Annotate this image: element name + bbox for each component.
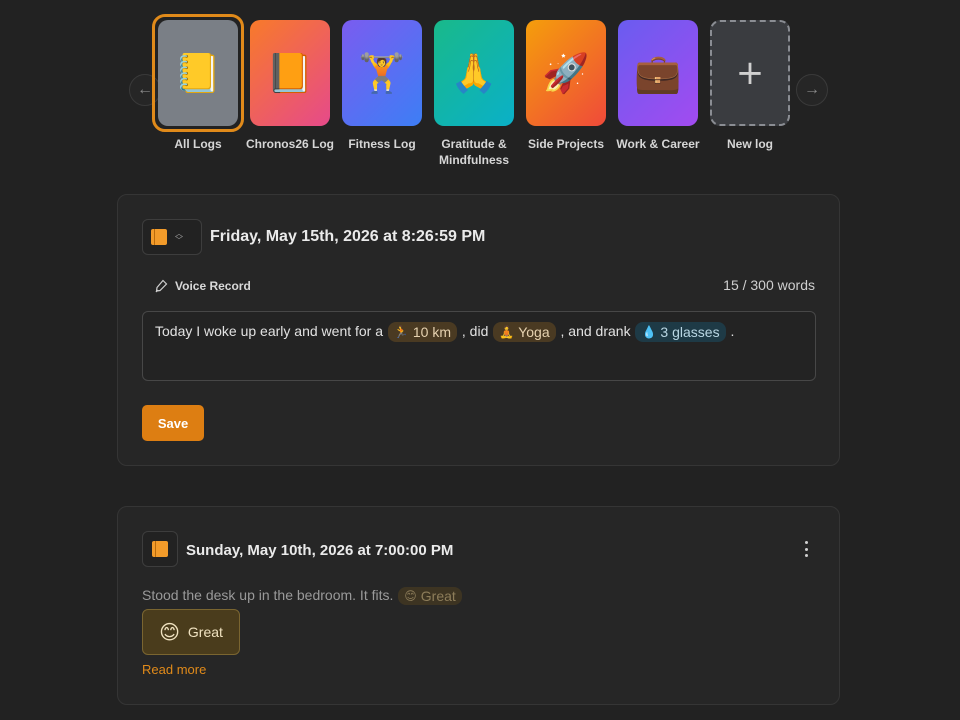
more-options-button[interactable] <box>799 541 813 557</box>
distance-chip[interactable]: 🏃 10 km <box>387 322 457 342</box>
smile-icon: 😊 <box>159 620 180 644</box>
arrow-right-icon: → <box>804 81 820 98</box>
weightlifter-icon: 🏋 <box>342 20 422 126</box>
rocket-icon: 🚀 <box>526 20 606 126</box>
entry-datetime: Friday, May 15th, 2026 at 8:26:59 PM <box>210 228 486 245</box>
book-icon <box>152 541 168 557</box>
entry-text-input[interactable]: Today I woke up early and went for a 🏃 10… <box>142 311 816 381</box>
log-item-fitness[interactable]: 🏋 Fitness Log <box>336 14 428 168</box>
entry-card: Sunday, May 10th, 2026 at 7:00:00 PM Sto… <box>117 506 840 705</box>
log-item-side-projects[interactable]: 🚀 Side Projects <box>520 14 612 168</box>
voice-record-button[interactable]: Voice Record <box>154 279 251 293</box>
log-badge <box>142 531 178 567</box>
log-label: All Logs <box>174 137 222 151</box>
carousel-next-button[interactable]: → <box>796 74 828 106</box>
yoga-icon: 🧘 <box>499 325 515 339</box>
log-item-chronos26[interactable]: 📙 Chronos26 Log <box>244 14 336 168</box>
text-segment: , did <box>461 323 489 339</box>
text-segment: , and drank <box>560 323 631 339</box>
plus-icon: + <box>710 20 790 126</box>
text-segment: Today I woke up early and went for a <box>155 323 384 339</box>
mood-badge: 😊 Great <box>142 609 240 655</box>
new-entry-card: ︿ ﹀ Friday, May 15th, 2026 at 8:26:59 PM … <box>117 194 840 466</box>
log-item-work-career[interactable]: 💼 Work & Career <box>612 14 704 168</box>
water-chip[interactable]: 💧 3 glasses <box>635 322 726 342</box>
book-icon <box>151 229 167 245</box>
read-more-link[interactable]: Read more <box>142 662 206 677</box>
praying-hands-icon: 🙏 <box>434 20 514 126</box>
word-count: 15 / 300 words <box>723 277 815 293</box>
log-label: Side Projects <box>527 137 605 151</box>
entry-datetime: Sunday, May 10th, 2026 at 7:00:00 PM <box>186 542 454 559</box>
log-label: Gratitude & Mindfulness <box>438 137 509 167</box>
log-label: New log <box>726 137 773 151</box>
log-list: 📒 All Logs 📙 Chronos26 Log 🏋 Fitness Log… <box>152 14 796 168</box>
droplet-icon: 💧 <box>641 325 657 339</box>
log-item-all-logs[interactable]: 📒 All Logs <box>152 14 244 168</box>
orange-book-icon: 📙 <box>250 20 330 126</box>
log-label: Fitness Log <box>348 137 416 151</box>
arrow-left-icon: ← <box>137 81 153 98</box>
briefcase-icon: 💼 <box>618 20 698 126</box>
log-label: Chronos26 Log <box>245 137 334 151</box>
log-item-gratitude[interactable]: 🙏 Gratitude & Mindfulness <box>428 14 520 168</box>
entry-text: Stood the desk up in the bedroom. It fit… <box>142 587 463 605</box>
save-button[interactable]: Save <box>142 405 204 441</box>
log-selector[interactable]: ︿ ﹀ <box>142 219 202 255</box>
log-carousel: ← 📒 All Logs 📙 Chronos26 Log 🏋 Fitness L… <box>0 0 960 170</box>
voice-record-label: Voice Record <box>175 279 251 293</box>
activity-chip[interactable]: 🧘 Yoga <box>493 322 556 342</box>
log-label: Work & Career <box>616 137 700 151</box>
text-segment: . <box>730 323 735 339</box>
mood-label: Great <box>187 624 223 640</box>
new-log-button[interactable]: + New log <box>704 14 796 168</box>
notebook-icon: 📒 <box>158 20 238 126</box>
mood-chip: 😊 Great <box>398 587 462 605</box>
smile-icon: 😊 <box>404 589 417 603</box>
chevron-up-down-icon: ︿ ﹀ <box>175 229 183 245</box>
runner-icon: 🏃 <box>393 325 409 339</box>
microphone-icon <box>154 279 168 293</box>
